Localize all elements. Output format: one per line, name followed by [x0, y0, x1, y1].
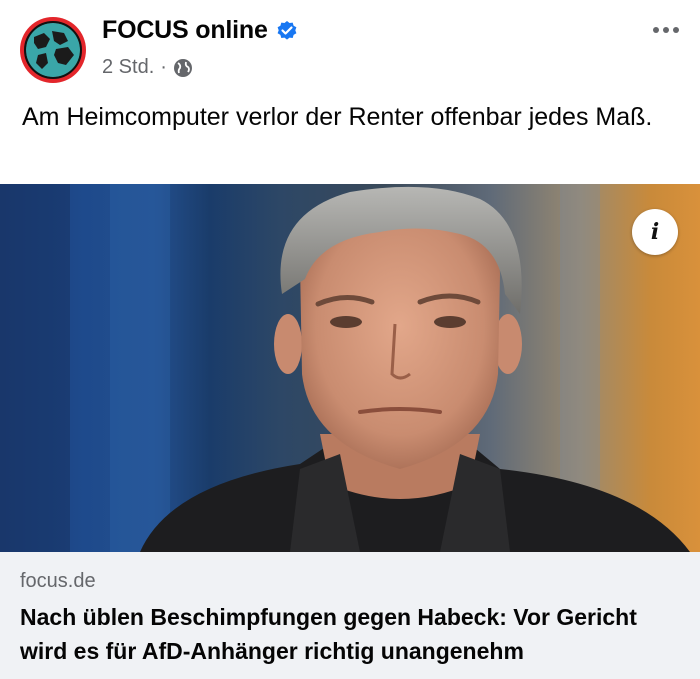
globe-logo-icon — [24, 21, 82, 79]
globe-icon — [173, 58, 193, 78]
page-name[interactable]: FOCUS online — [102, 16, 268, 45]
more-options-button[interactable] — [646, 18, 686, 42]
dot-icon — [673, 27, 679, 33]
page-name-row: FOCUS online — [102, 16, 298, 45]
link-headline[interactable]: Nach üblen Beschimpfungen gegen Habeck: … — [20, 600, 680, 668]
verified-badge-icon — [276, 20, 298, 42]
post-text: Am Heimcomputer verlor der Renter offenb… — [22, 103, 653, 131]
meta-separator: · — [160, 56, 167, 78]
post-meta: 2 Std. · — [102, 56, 193, 79]
link-domain: focus.de — [20, 570, 96, 592]
page-avatar[interactable] — [20, 17, 86, 83]
dot-icon — [663, 27, 669, 33]
post-header: FOCUS online 2 Std. · — [0, 0, 700, 92]
link-preview-image[interactable] — [0, 184, 700, 552]
dot-icon — [653, 27, 659, 33]
ad-info-button[interactable]: i — [632, 209, 678, 255]
post-timestamp[interactable]: 2 Std. — [102, 56, 154, 79]
